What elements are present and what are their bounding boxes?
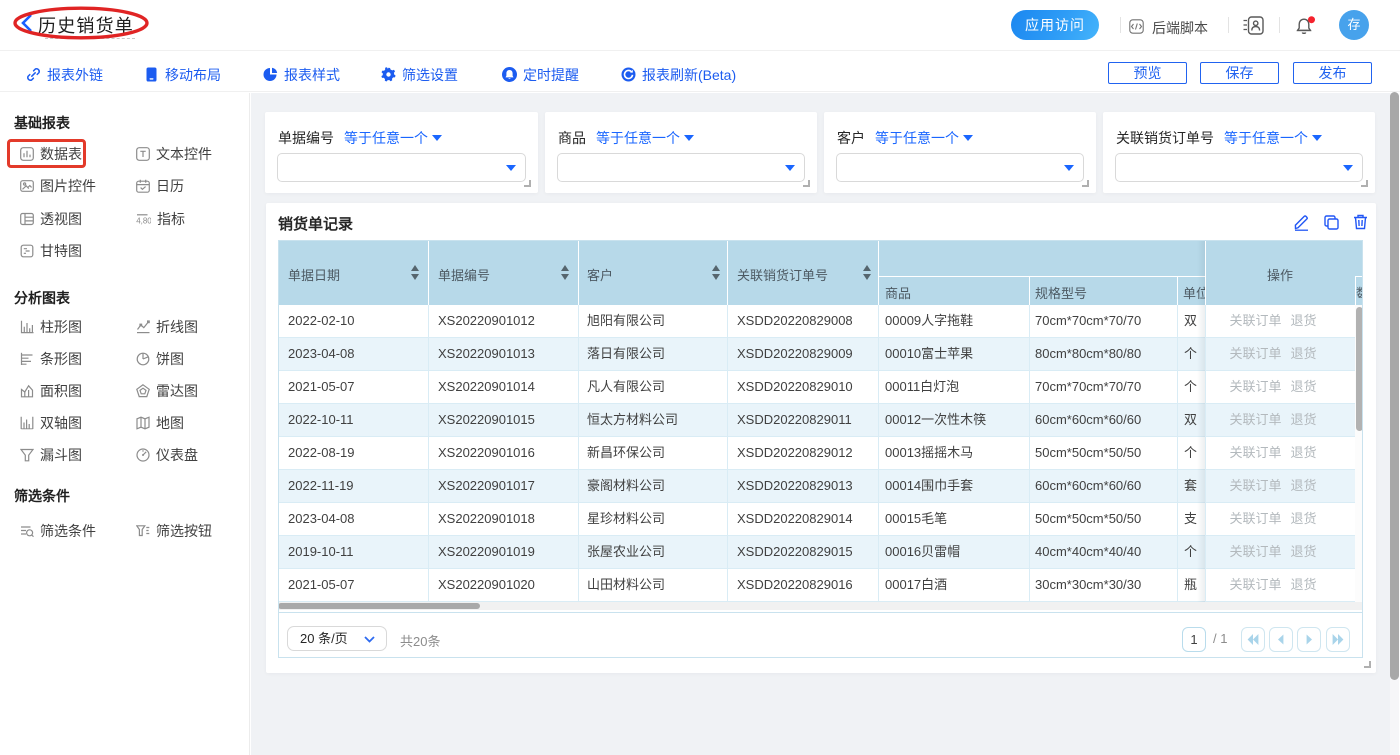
svg-text:4,80: 4,80 bbox=[136, 217, 151, 226]
